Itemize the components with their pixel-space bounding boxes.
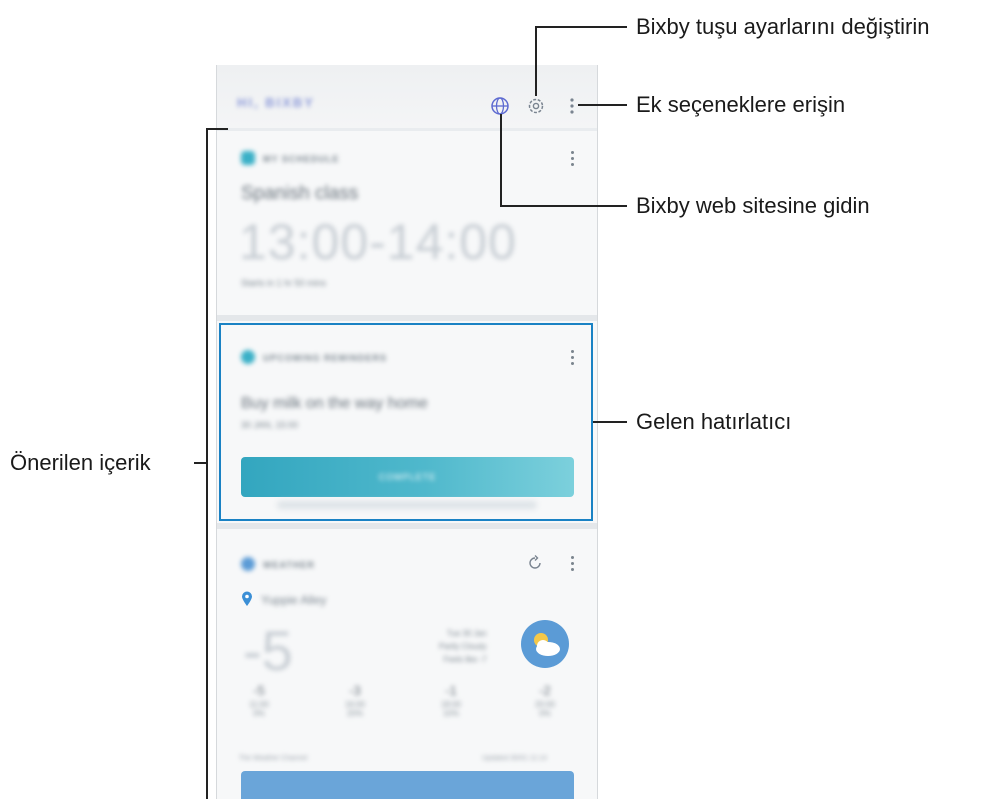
weather-action-bar[interactable] bbox=[241, 771, 574, 799]
bixby-top-bar: HI, BIXBY bbox=[217, 65, 597, 128]
callout-more-options: Ek seçeneklere erişin bbox=[636, 92, 846, 117]
forecast-hour: 18:00 bbox=[440, 700, 462, 709]
forecast-precip: 0% bbox=[539, 709, 551, 718]
forecast-hour: 20:00 bbox=[534, 700, 556, 709]
reminder-highlight-box bbox=[219, 323, 593, 521]
weather-updated: Updated 30/01 11:14 bbox=[482, 755, 547, 762]
callout-bixby-website: Bixby web sitesine gidin bbox=[636, 193, 870, 218]
card-divider bbox=[217, 523, 597, 529]
weather-desc-line: Partly Cloudy bbox=[439, 642, 487, 651]
callout-line bbox=[578, 104, 627, 106]
forecast-hour: 11:00 bbox=[249, 700, 269, 709]
forecast-temp: -3 bbox=[349, 683, 361, 698]
location-pin-icon bbox=[242, 591, 252, 606]
forecast-item: -3 16:00 20% bbox=[335, 683, 375, 718]
bracket-line bbox=[206, 128, 228, 130]
schedule-card-header: MY SCHEDULE bbox=[263, 154, 340, 164]
forecast-precip: 0% bbox=[253, 709, 265, 718]
callout-line bbox=[535, 26, 627, 28]
callout-line bbox=[500, 205, 627, 207]
schedule-time: 13:00-14:00 bbox=[239, 214, 517, 270]
more-options-icon[interactable] bbox=[565, 95, 579, 117]
weather-desc-line: Tue 30 Jan bbox=[446, 629, 487, 638]
forecast-item: -2 20:00 0% bbox=[525, 683, 565, 718]
schedule-more-icon[interactable] bbox=[571, 151, 575, 167]
forecast-temp: -2 bbox=[539, 683, 551, 698]
refresh-icon[interactable] bbox=[526, 554, 544, 572]
callout-line bbox=[500, 114, 502, 206]
forecast-temp: -5 bbox=[253, 683, 265, 698]
weather-source: The Weather Channel bbox=[239, 755, 308, 762]
gear-icon[interactable] bbox=[525, 95, 547, 117]
forecast-precip: 20% bbox=[346, 709, 363, 718]
callout-line bbox=[535, 26, 537, 96]
weather-description: Tue 30 Jan Partly Cloudy Feels like -7 bbox=[439, 627, 487, 666]
weather-desc-line: Feels like -7 bbox=[443, 655, 487, 664]
weather-icon bbox=[241, 557, 255, 571]
schedule-title: Spanish class bbox=[241, 183, 359, 204]
weather-card-header: WEATHER bbox=[263, 560, 315, 570]
forecast-temp: -1 bbox=[445, 683, 457, 698]
weather-temperature: -5 bbox=[243, 619, 293, 682]
weather-more-icon[interactable] bbox=[571, 556, 575, 572]
schedule-note: Starts in 1 hr 50 mins bbox=[241, 278, 327, 288]
partly-cloudy-icon bbox=[521, 620, 569, 668]
forecast-precip: 10% bbox=[442, 709, 459, 718]
calendar-icon bbox=[241, 151, 255, 165]
bixby-brand-label: HI, BIXBY bbox=[237, 95, 315, 110]
callout-bixby-key-settings: Bixby tuşu ayarlarını değiştirin bbox=[636, 14, 930, 39]
callout-incoming-reminder: Gelen hatırlatıcı bbox=[636, 409, 792, 434]
forecast-hour: 16:00 bbox=[344, 700, 366, 709]
callout-line bbox=[194, 462, 208, 464]
weather-location: Yuppie Alley bbox=[261, 593, 327, 607]
callout-line bbox=[593, 421, 627, 423]
forecast-item: -1 18:00 10% bbox=[431, 683, 471, 718]
card-divider bbox=[217, 315, 597, 321]
callout-suggested-content: Önerilen içerik bbox=[10, 450, 151, 475]
forecast-item: -5 11:00 0% bbox=[239, 683, 279, 718]
